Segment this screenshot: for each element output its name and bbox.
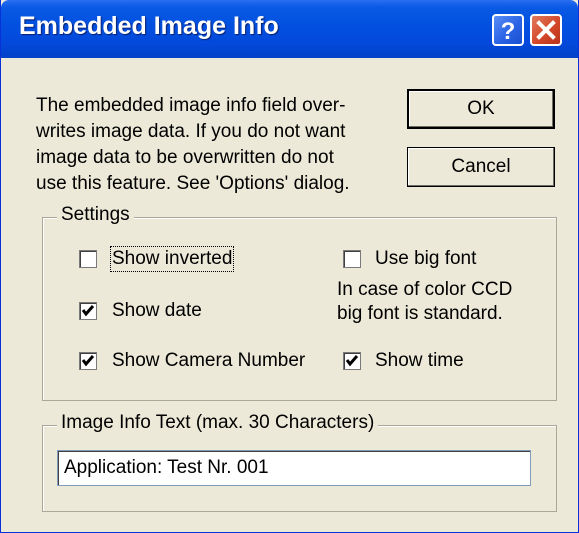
svg-text:?: ? xyxy=(501,18,516,44)
use-big-font-label[interactable]: Use big font xyxy=(375,248,476,270)
show-camera-number-checkbox[interactable] xyxy=(79,352,97,370)
show-date-label[interactable]: Show date xyxy=(112,300,202,322)
info-message: The embedded image info field over- writ… xyxy=(36,95,350,194)
show-inverted-checkbox[interactable] xyxy=(79,250,97,268)
window-title: Embedded Image Info xyxy=(19,12,279,40)
image-info-input[interactable] xyxy=(57,450,531,486)
show-inverted-label[interactable]: Show inverted xyxy=(109,246,235,272)
dialog-window: Embedded Image Info ? The embedded image… xyxy=(0,0,579,533)
title-bar[interactable]: Embedded Image Info ? xyxy=(1,0,578,58)
ok-button[interactable]: OK xyxy=(407,89,555,129)
help-button[interactable]: ? xyxy=(492,14,524,46)
use-big-font-checkbox[interactable] xyxy=(343,250,361,268)
show-camera-number-label[interactable]: Show Camera Number xyxy=(112,350,305,372)
cancel-button[interactable]: Cancel xyxy=(407,147,555,187)
show-time-checkbox[interactable] xyxy=(343,352,361,370)
close-button[interactable] xyxy=(530,14,562,46)
image-info-group-label: Image Info Text (max. 30 Characters) xyxy=(57,412,379,434)
settings-group-label: Settings xyxy=(57,204,134,226)
show-date-checkbox[interactable] xyxy=(79,302,97,320)
color-ccd-note: In case of color CCD big font is standar… xyxy=(337,279,513,324)
show-time-label[interactable]: Show time xyxy=(375,350,464,372)
